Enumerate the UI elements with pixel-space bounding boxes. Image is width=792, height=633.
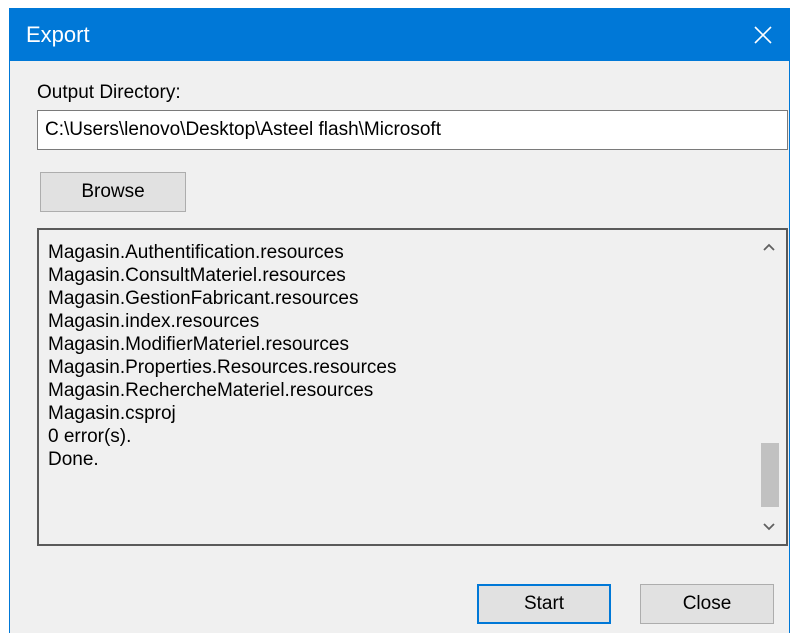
chevron-up-icon [763, 243, 775, 251]
title-bar[interactable]: Export [10, 8, 789, 61]
log-line: Magasin.ConsultMateriel.resources [48, 265, 346, 286]
window-close-button[interactable] [737, 8, 789, 61]
log-line: Magasin.GestionFabricant.resources [48, 288, 359, 309]
log-line: Magasin.Properties.Resources.resources [48, 357, 397, 378]
log-line: Magasin.RechercheMateriel.resources [48, 380, 374, 401]
scroll-thumb[interactable] [761, 443, 779, 507]
log-line: Magasin.csproj [48, 403, 176, 424]
chevron-down-icon [763, 523, 775, 531]
log-line: Done. [48, 449, 99, 470]
log-scrollbar[interactable] [752, 230, 786, 544]
log-line: 0 error(s). [48, 426, 132, 447]
scroll-down-button[interactable] [752, 510, 786, 544]
close-icon [754, 25, 772, 44]
log-line: Magasin.index.resources [48, 311, 260, 332]
browse-button[interactable]: Browse [40, 172, 186, 212]
close-button[interactable]: Close [640, 584, 774, 624]
scroll-up-button[interactable] [752, 230, 786, 264]
export-dialog: Export Output Directory: Browse Magasin.… [9, 8, 790, 633]
output-directory-input[interactable] [37, 110, 788, 150]
log-lines: Magasin.Authentification.resources Magasi… [48, 241, 397, 471]
output-log[interactable]: Magasin.Authentification.resources Magasi… [37, 228, 788, 546]
output-directory-label: Output Directory: [37, 82, 181, 103]
log-line: Magasin.ModifierMateriel.resources [48, 334, 349, 355]
window-title: Export [26, 22, 90, 47]
start-button[interactable]: Start [477, 584, 611, 624]
log-line: Magasin.Authentification.resources [48, 242, 344, 263]
